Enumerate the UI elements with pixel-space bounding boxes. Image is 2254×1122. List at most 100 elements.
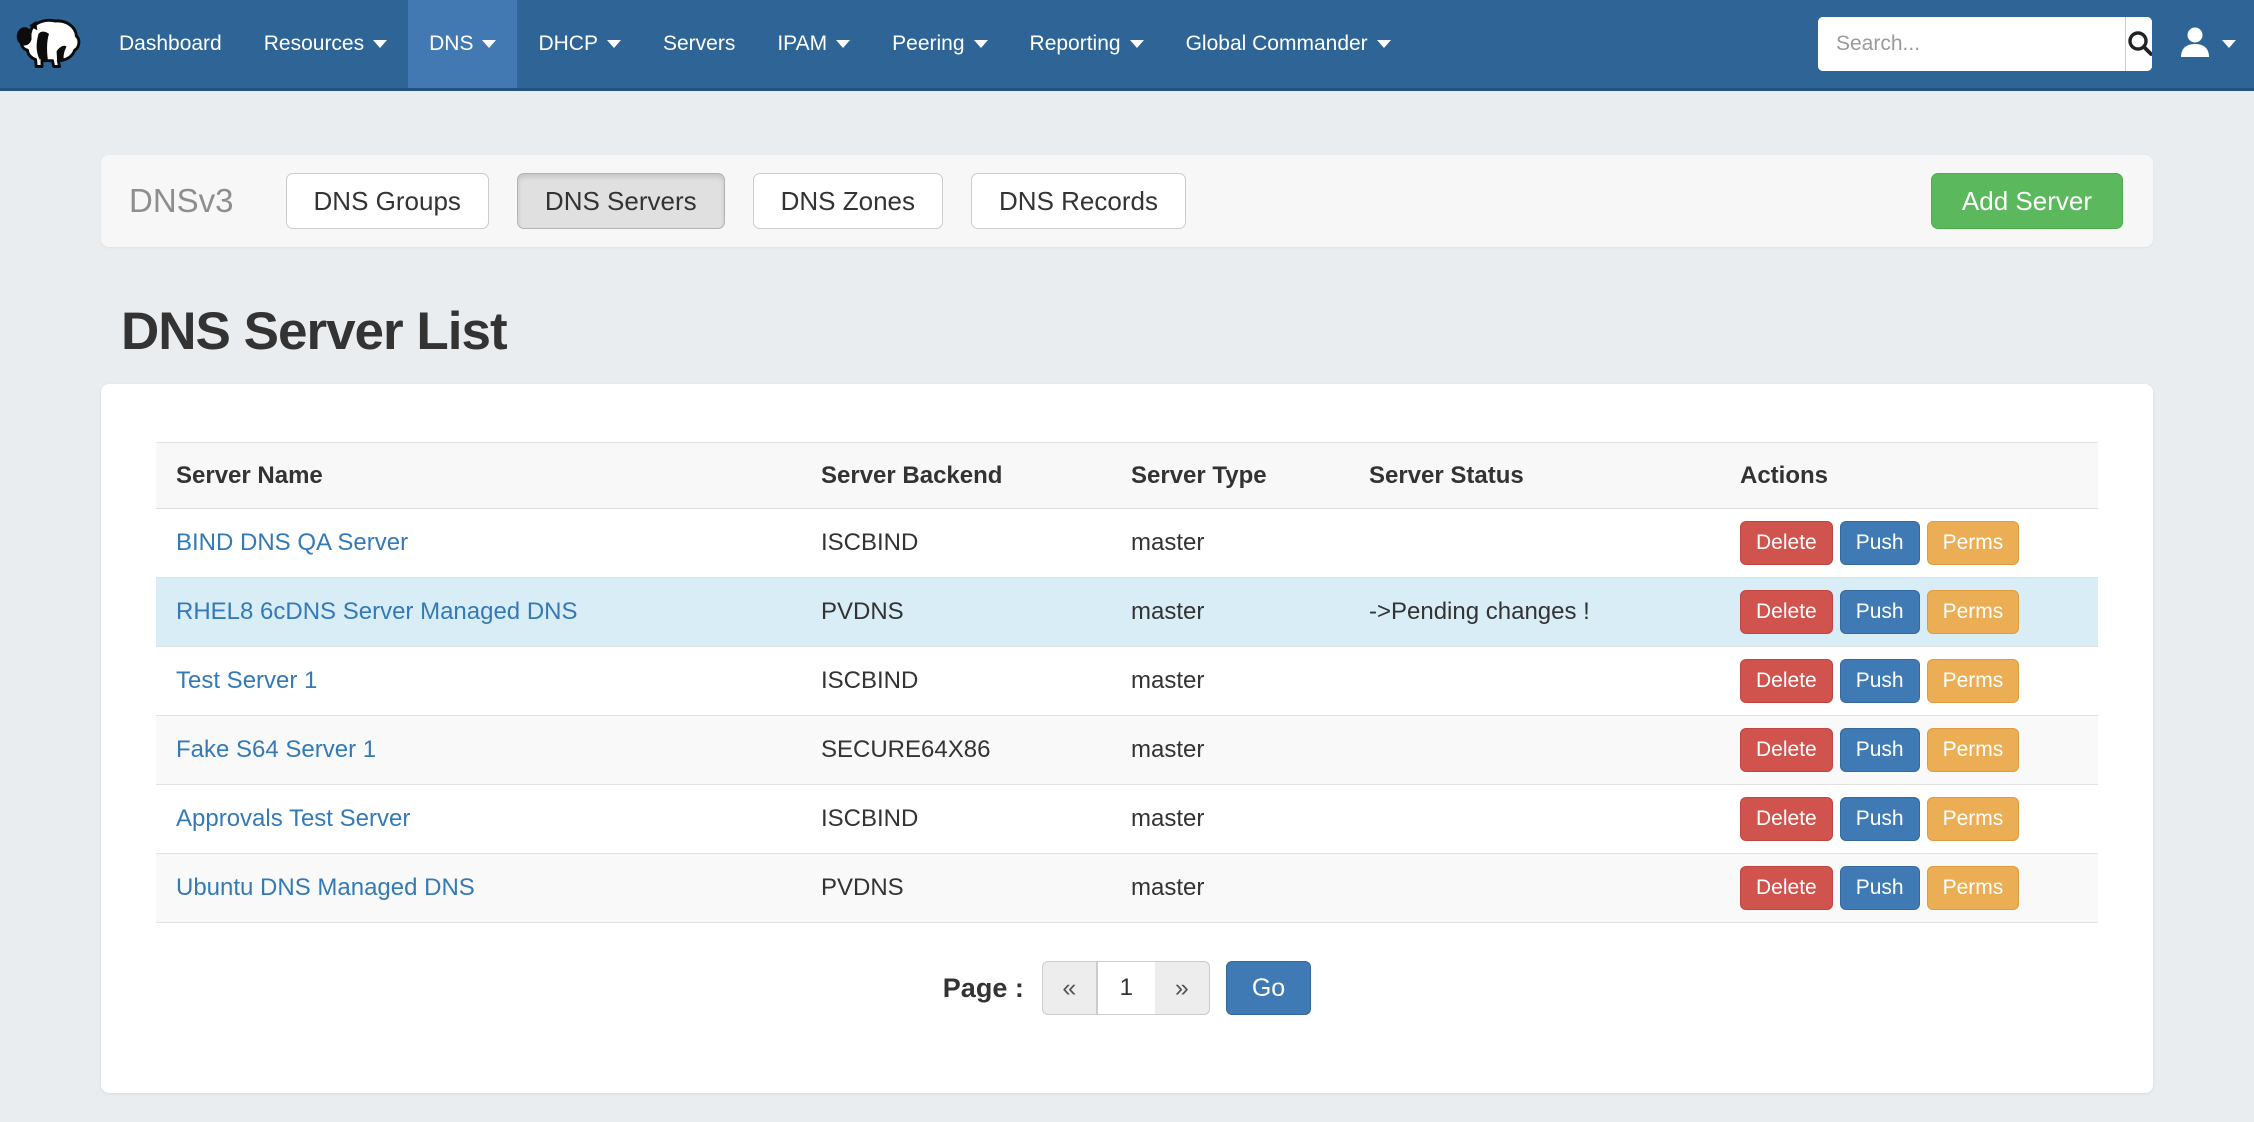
nav-item-ipam[interactable]: IPAM — [756, 0, 871, 88]
table-row: Ubuntu DNS Managed DNSPVDNSmasterDeleteP… — [156, 854, 2098, 923]
server-name-link[interactable]: Approvals Test Server — [176, 805, 410, 832]
perms-button[interactable]: Perms — [1927, 866, 2020, 910]
actions-cell: DeletePushPerms — [1720, 647, 2098, 716]
push-button[interactable]: Push — [1840, 590, 1920, 634]
column-header-server-name: Server Name — [156, 443, 801, 509]
nav-item-peering[interactable]: Peering — [871, 0, 1008, 88]
delete-button[interactable]: Delete — [1740, 728, 1833, 772]
pagination-label: Page : — [943, 973, 1024, 1004]
chevron-down-icon — [607, 40, 621, 48]
column-header-server-status: Server Status — [1349, 443, 1720, 509]
search-input[interactable] — [1818, 17, 2125, 71]
perms-button[interactable]: Perms — [1927, 797, 2020, 841]
server-status — [1349, 785, 1720, 854]
server-type: master — [1111, 785, 1349, 854]
brand-logo[interactable] — [0, 0, 98, 88]
delete-button[interactable]: Delete — [1740, 866, 1833, 910]
server-status — [1349, 647, 1720, 716]
page-button-group: « » — [1042, 961, 1210, 1015]
server-backend: PVDNS — [801, 854, 1111, 923]
column-header-server-backend: Server Backend — [801, 443, 1111, 509]
nav-item-label: IPAM — [777, 32, 827, 56]
table-row: BIND DNS QA Server ISCBINDmaster DeletePus… — [156, 509, 2098, 578]
user-icon — [2178, 25, 2212, 64]
go-button[interactable]: Go — [1226, 961, 1311, 1015]
chevron-down-icon — [2222, 40, 2236, 48]
page-number-input[interactable] — [1097, 961, 1155, 1015]
delete-button[interactable]: Delete — [1740, 521, 1833, 565]
push-button[interactable]: Push — [1840, 866, 1920, 910]
nav-item-dns[interactable]: DNS — [408, 0, 517, 88]
push-button[interactable]: Push — [1840, 728, 1920, 772]
search-button[interactable] — [2125, 17, 2152, 71]
search-icon — [2126, 29, 2152, 60]
perms-button[interactable]: Perms — [1927, 728, 2020, 772]
nav-item-reporting[interactable]: Reporting — [1009, 0, 1165, 88]
chevron-down-icon — [1130, 40, 1144, 48]
next-page-button[interactable]: » — [1155, 961, 1210, 1015]
nav-item-label: Reporting — [1030, 32, 1121, 56]
server-list-card: Server NameServer BackendServer TypeServ… — [101, 384, 2153, 1093]
perms-button[interactable]: Perms — [1927, 521, 2020, 565]
nav-item-label: Global Commander — [1186, 32, 1368, 56]
nav-item-label: Servers — [663, 32, 735, 56]
delete-button[interactable]: Delete — [1740, 797, 1833, 841]
dns-server-table: Server NameServer BackendServer TypeServ… — [156, 442, 2098, 923]
nav-item-label: DNS — [429, 32, 473, 56]
server-name-link[interactable]: Test Server 1 — [176, 667, 317, 694]
nav-item-global-commander[interactable]: Global Commander — [1165, 0, 1412, 88]
server-backend: ISCBIND — [801, 509, 1111, 578]
user-menu[interactable] — [2178, 25, 2236, 64]
server-backend: ISCBIND — [801, 785, 1111, 854]
push-button[interactable]: Push — [1840, 659, 1920, 703]
tab-dns-records[interactable]: DNS Records — [971, 173, 1186, 229]
perms-button[interactable]: Perms — [1927, 659, 2020, 703]
nav-item-label: Dashboard — [119, 32, 222, 56]
actions-cell: DeletePushPerms — [1720, 785, 2098, 854]
tab-dns-servers[interactable]: DNS Servers — [517, 173, 725, 229]
server-type: master — [1111, 578, 1349, 647]
chevron-down-icon — [1377, 40, 1391, 48]
nav-item-label: Resources — [264, 32, 364, 56]
server-backend: ISCBIND — [801, 647, 1111, 716]
nav-item-dhcp[interactable]: DHCP — [517, 0, 642, 88]
server-name-link[interactable]: RHEL8 6cDNS Server Managed DNS — [176, 598, 578, 625]
chevron-down-icon — [373, 40, 387, 48]
server-name-link[interactable]: Fake S64 Server 1 — [176, 736, 376, 763]
server-type: master — [1111, 854, 1349, 923]
tapir-logo-icon — [14, 15, 84, 74]
server-status: ->Pending changes ! — [1349, 578, 1720, 647]
push-button[interactable]: Push — [1840, 797, 1920, 841]
server-type: master — [1111, 716, 1349, 785]
server-type: master — [1111, 509, 1349, 578]
tab-dns-groups[interactable]: DNS Groups — [286, 173, 489, 229]
server-backend: PVDNS — [801, 578, 1111, 647]
search-group — [1818, 17, 2152, 71]
prev-page-button[interactable]: « — [1042, 961, 1097, 1015]
table-row: Approvals Test Server ISCBINDmaster Delete… — [156, 785, 2098, 854]
server-name-link[interactable]: Ubuntu DNS Managed DNS — [176, 874, 475, 901]
pagination: Page : « » Go — [156, 961, 2098, 1015]
push-button[interactable]: Push — [1840, 521, 1920, 565]
nav-item-label: DHCP — [538, 32, 598, 56]
nav-item-resources[interactable]: Resources — [243, 0, 408, 88]
perms-button[interactable]: Perms — [1927, 590, 2020, 634]
nav-item-dashboard[interactable]: Dashboard — [98, 0, 243, 88]
table-row: Test Server 1 ISCBINDmaster DeletePushPerm… — [156, 647, 2098, 716]
server-type: master — [1111, 647, 1349, 716]
column-header-server-type: Server Type — [1111, 443, 1349, 509]
delete-button[interactable]: Delete — [1740, 590, 1833, 634]
add-server-button[interactable]: Add Server — [1931, 173, 2123, 229]
server-status — [1349, 509, 1720, 578]
chevron-down-icon — [482, 40, 496, 48]
table-row: RHEL8 6cDNS Server Managed DNS PVDNSmaste… — [156, 578, 2098, 647]
dns-version-label: DNSv3 — [129, 182, 234, 220]
column-header-actions: Actions — [1720, 443, 2098, 509]
actions-cell: DeletePushPerms — [1720, 854, 2098, 923]
nav-item-servers[interactable]: Servers — [642, 0, 756, 88]
server-name-link[interactable]: BIND DNS QA Server — [176, 529, 408, 556]
delete-button[interactable]: Delete — [1740, 659, 1833, 703]
server-backend: SECURE64X86 — [801, 716, 1111, 785]
tab-dns-zones[interactable]: DNS Zones — [753, 173, 943, 229]
actions-cell: DeletePushPerms — [1720, 578, 2098, 647]
